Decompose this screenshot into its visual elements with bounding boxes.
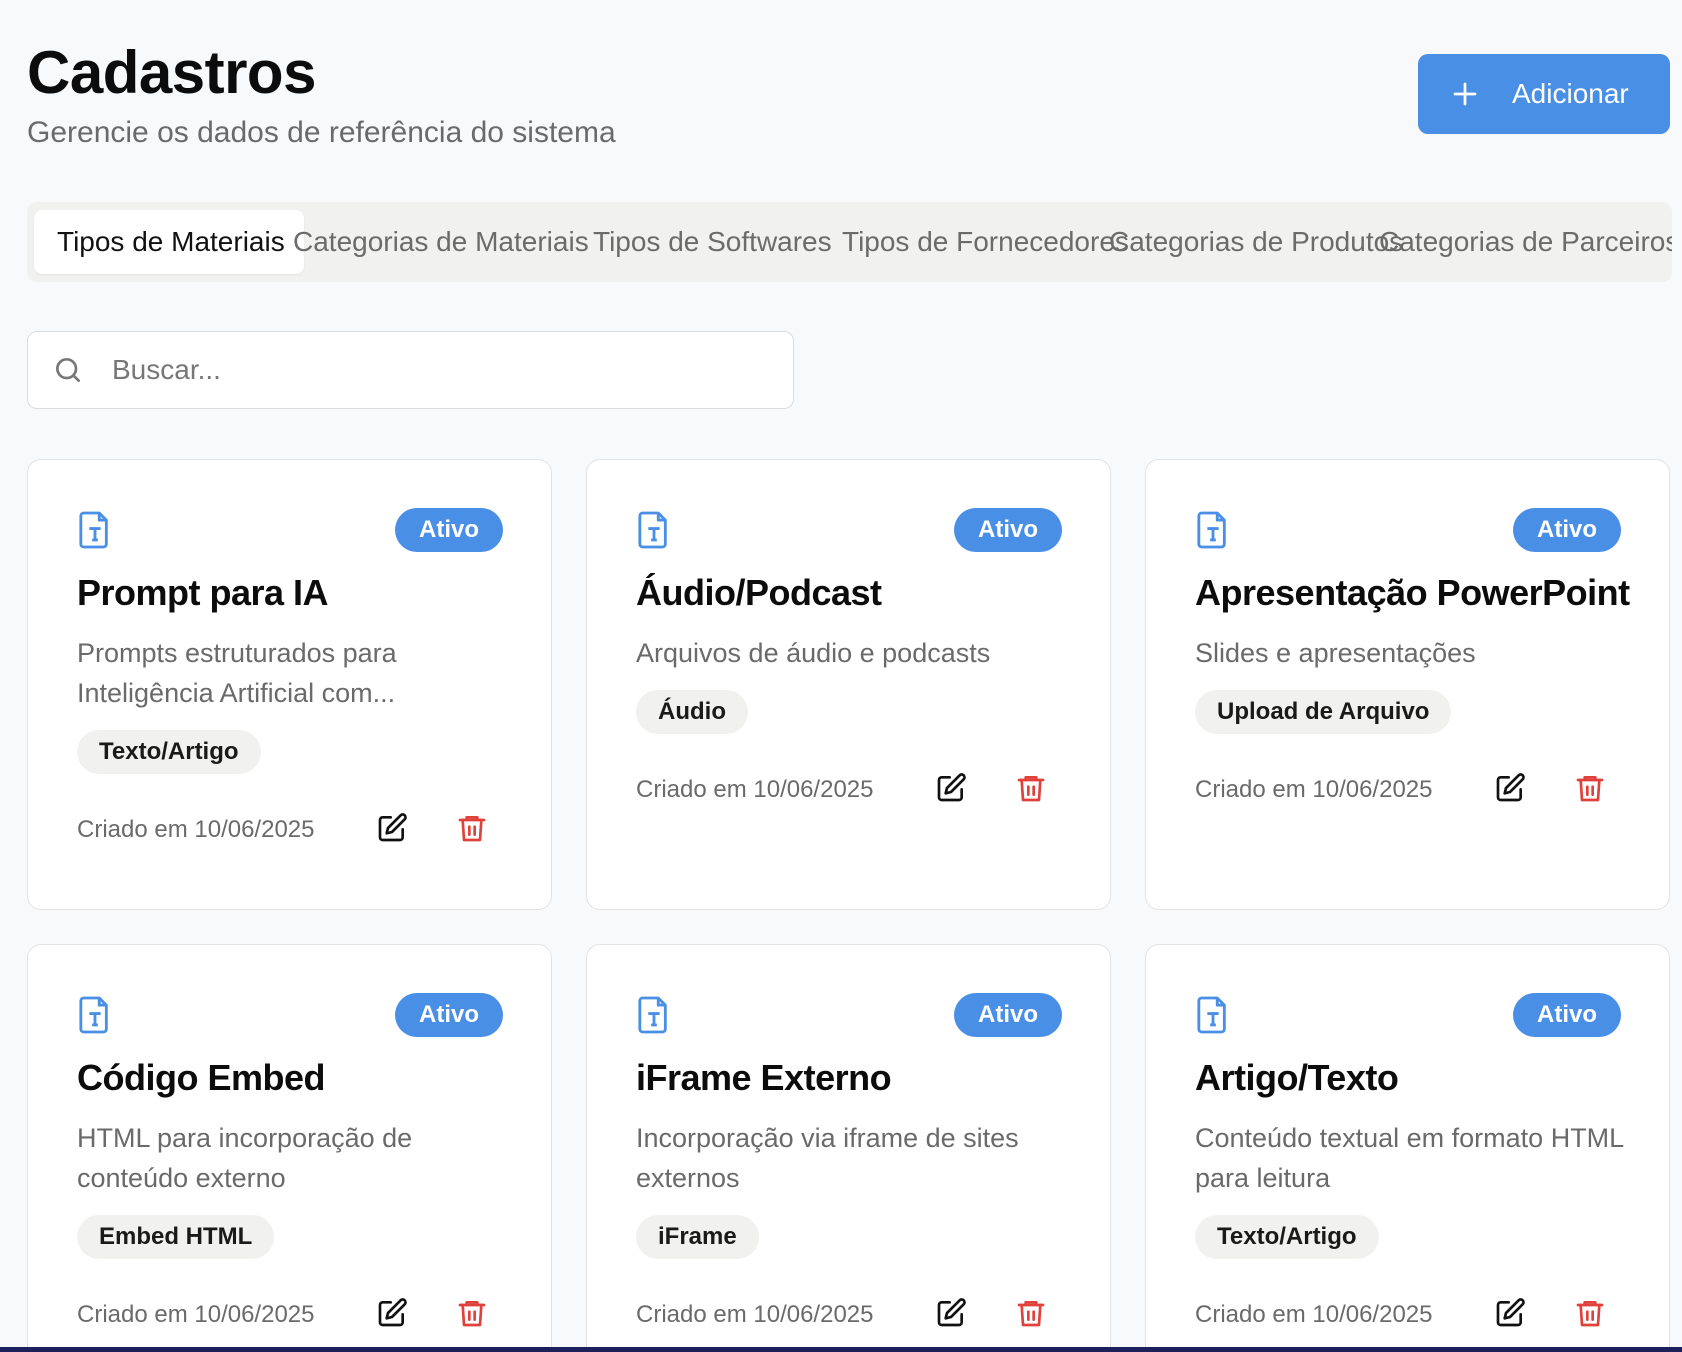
edit-icon[interactable] <box>376 1297 412 1333</box>
status-badge: Ativo <box>1513 508 1621 552</box>
card-item[interactable]: Ativo Prompt para IA Prompts estruturado… <box>27 459 552 910</box>
card-item[interactable]: Ativo Código Embed HTML para incorporaçã… <box>27 944 552 1352</box>
bottom-edge-bar <box>0 1347 1682 1352</box>
card-created-date: Criado em 10/06/2025 <box>77 816 315 843</box>
card-item[interactable]: Ativo iFrame Externo Incorporação via if… <box>586 944 1111 1352</box>
card-description: Prompts estruturados para Inteligência A… <box>77 638 397 708</box>
file-type-icon <box>1197 996 1226 1034</box>
edit-icon[interactable] <box>376 812 412 848</box>
search-input[interactable] <box>112 354 772 386</box>
card-item[interactable]: Ativo Áudio/Podcast Arquivos de áudio e … <box>586 459 1111 910</box>
status-badge: Ativo <box>954 993 1062 1037</box>
card-title: iFrame Externo <box>636 1057 892 1098</box>
trash-icon[interactable] <box>1574 1297 1610 1333</box>
card-created-date: Criado em 10/06/2025 <box>636 1301 874 1328</box>
add-button[interactable]: Adicionar <box>1418 54 1670 134</box>
card-created-date: Criado em 10/06/2025 <box>1195 776 1433 803</box>
tab-tipos-de-materiais[interactable]: Tipos de Materiais <box>34 210 304 274</box>
trash-icon[interactable] <box>456 812 492 848</box>
tab-bar: Tipos de Materiais Categorias de Materia… <box>27 202 1672 282</box>
trash-icon[interactable] <box>1015 772 1051 808</box>
card-description: HTML para incorporação de conteúdo exter… <box>77 1123 413 1193</box>
status-badge: Ativo <box>395 993 503 1037</box>
trash-icon[interactable] <box>1574 772 1610 808</box>
status-badge: Ativo <box>1513 993 1621 1037</box>
page-header: Cadastros Gerencie os dados de referênci… <box>27 38 616 152</box>
cadastros-page: Cadastros Gerencie os dados de referênci… <box>0 0 1682 1352</box>
edit-icon[interactable] <box>1494 772 1530 808</box>
card-title: Prompt para IA <box>77 572 329 613</box>
file-type-icon <box>79 996 108 1034</box>
card-description: Conteúdo textual em formato HTML para le… <box>1195 1123 1624 1193</box>
trash-icon[interactable] <box>456 1297 492 1333</box>
card-tag: Upload de Arquivo <box>1195 690 1452 734</box>
edit-icon[interactable] <box>935 772 971 808</box>
tab-tipos-de-softwares[interactable]: Tipos de Softwares <box>593 210 832 274</box>
tab-categorias-de-parceiros[interactable]: Categorias de Parceiros <box>1379 210 1672 274</box>
tab-categorias-de-produtos[interactable]: Categorias de Produtos <box>1109 210 1403 274</box>
card-item[interactable]: Ativo Artigo/Texto Conteúdo textual em f… <box>1145 944 1670 1352</box>
card-item[interactable]: Ativo Apresentação PowerPoint Slides e a… <box>1145 459 1670 910</box>
card-tag: Texto/Artigo <box>1195 1215 1379 1259</box>
card-description: Arquivos de áudio e podcasts <box>636 638 991 668</box>
edit-icon[interactable] <box>1494 1297 1530 1333</box>
page-subtitle: Gerencie os dados de referência do siste… <box>27 116 616 149</box>
add-button-label: Adicionar <box>1512 78 1629 109</box>
status-badge: Ativo <box>395 508 503 552</box>
file-type-icon <box>79 511 108 549</box>
card-tag: Texto/Artigo <box>77 730 261 774</box>
card-tag: Embed HTML <box>77 1215 275 1259</box>
file-type-icon <box>1197 511 1226 549</box>
file-type-icon <box>638 511 667 549</box>
card-tag: Áudio <box>636 690 748 734</box>
tab-categorias-de-materiais[interactable]: Categorias de Materiais <box>293 210 589 274</box>
status-badge: Ativo <box>954 508 1062 552</box>
page-title: Cadastros <box>27 39 316 106</box>
edit-icon[interactable] <box>935 1297 971 1333</box>
card-tag: iFrame <box>636 1215 759 1259</box>
card-title: Áudio/Podcast <box>636 572 882 613</box>
card-created-date: Criado em 10/06/2025 <box>77 1301 315 1328</box>
card-title: Apresentação PowerPoint <box>1195 572 1630 613</box>
card-title: Código Embed <box>77 1057 326 1098</box>
card-created-date: Criado em 10/06/2025 <box>1195 1301 1433 1328</box>
tab-tipos-de-fornecedores[interactable]: Tipos de Fornecedores <box>842 210 1129 274</box>
search-box <box>27 331 794 409</box>
card-description: Slides e apresentações <box>1195 638 1476 668</box>
card-created-date: Criado em 10/06/2025 <box>636 776 874 803</box>
card-description: Incorporação via iframe de sites externo… <box>636 1123 1019 1193</box>
plus-icon <box>1450 79 1480 109</box>
file-type-icon <box>638 996 667 1034</box>
trash-icon[interactable] <box>1015 1297 1051 1333</box>
card-title: Artigo/Texto <box>1195 1057 1399 1098</box>
search-icon <box>52 354 84 386</box>
